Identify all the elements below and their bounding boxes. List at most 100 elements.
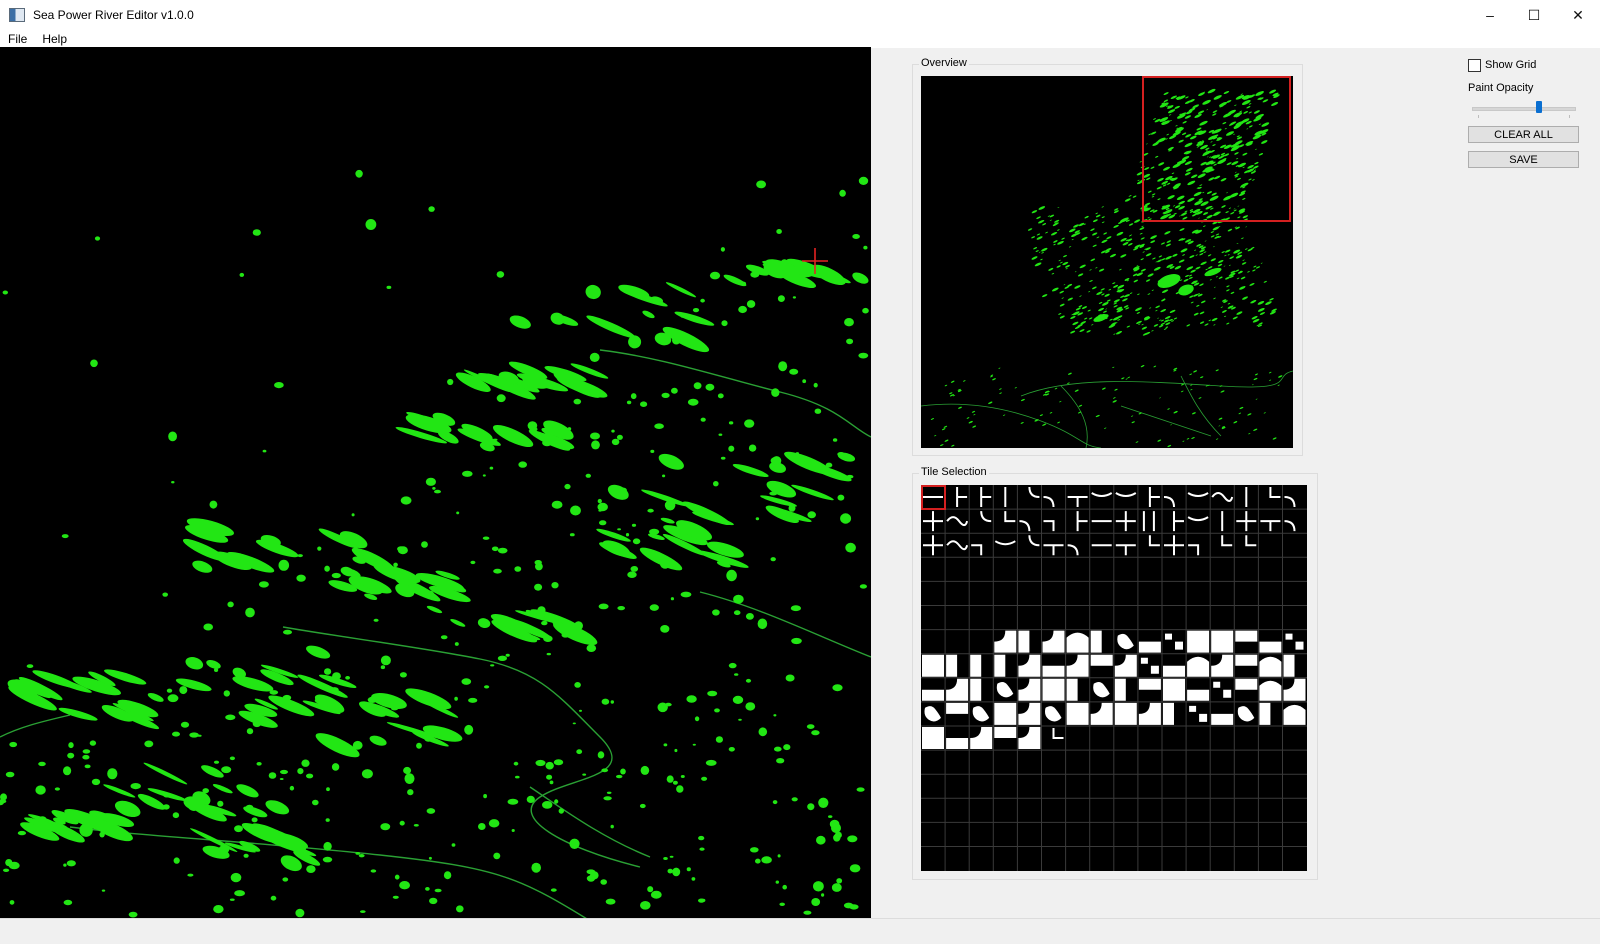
- tile[interactable]: [1114, 678, 1126, 701]
- tile[interactable]: [1115, 511, 1136, 532]
- tile[interactable]: [994, 630, 1017, 653]
- tile[interactable]: [922, 689, 944, 701]
- tile[interactable]: [1018, 654, 1041, 677]
- tile[interactable]: [1140, 657, 1159, 674]
- tile[interactable]: [1284, 496, 1296, 508]
- tile[interactable]: [1114, 654, 1137, 677]
- tile[interactable]: [1235, 654, 1258, 666]
- tile[interactable]: [1188, 544, 1200, 556]
- tile[interactable]: [946, 540, 969, 551]
- tile[interactable]: [1259, 656, 1282, 677]
- tile[interactable]: [970, 654, 982, 677]
- tile[interactable]: [956, 487, 968, 507]
- slider-thumb[interactable]: [1535, 101, 1542, 113]
- tile[interactable]: [972, 706, 990, 722]
- tile[interactable]: [1018, 727, 1041, 749]
- tile[interactable]: [1004, 511, 1016, 523]
- tile[interactable]: [1138, 678, 1161, 690]
- clear-all-button[interactable]: CLEAR ALL: [1468, 126, 1579, 143]
- tile[interactable]: [1067, 496, 1088, 507]
- maximize-button[interactable]: ☐: [1512, 0, 1556, 30]
- tile[interactable]: [1066, 632, 1089, 653]
- tile[interactable]: [1187, 689, 1210, 701]
- tile[interactable]: [1042, 665, 1065, 677]
- tile[interactable]: [1260, 520, 1281, 532]
- tile[interactable]: [970, 678, 982, 701]
- tile[interactable]: [1211, 492, 1234, 502]
- tile[interactable]: [1187, 492, 1209, 497]
- tile[interactable]: [1237, 706, 1255, 722]
- tile[interactable]: [1259, 641, 1282, 653]
- tile[interactable]: [1283, 654, 1295, 677]
- tile[interactable]: [924, 706, 942, 722]
- tile[interactable]: [994, 540, 1016, 546]
- tile[interactable]: [923, 535, 943, 556]
- tile[interactable]: [1163, 665, 1185, 677]
- tile[interactable]: [1052, 728, 1064, 739]
- tile[interactable]: [1142, 511, 1155, 532]
- tile[interactable]: [923, 511, 943, 532]
- tile[interactable]: [994, 727, 1017, 738]
- tile[interactable]: [1283, 704, 1306, 725]
- tile[interactable]: [1043, 520, 1055, 532]
- tile[interactable]: [1164, 535, 1184, 556]
- tile[interactable]: [1018, 630, 1030, 653]
- tile[interactable]: [946, 654, 958, 677]
- tile[interactable]: [922, 654, 944, 677]
- tile[interactable]: [1213, 681, 1232, 698]
- tile[interactable]: [994, 702, 1017, 725]
- tile[interactable]: [1042, 630, 1065, 653]
- tile[interactable]: [1163, 496, 1175, 508]
- tile[interactable]: [1187, 656, 1210, 677]
- tile[interactable]: [1114, 702, 1137, 725]
- tile[interactable]: [1245, 535, 1257, 547]
- tile[interactable]: [946, 738, 969, 749]
- tile[interactable]: [922, 727, 944, 749]
- tile[interactable]: [1018, 702, 1041, 725]
- tile[interactable]: [1235, 630, 1258, 642]
- tile[interactable]: [1269, 487, 1281, 498]
- tile[interactable]: [1090, 702, 1113, 725]
- tile[interactable]: [1138, 641, 1161, 653]
- slider-track[interactable]: [1472, 107, 1576, 111]
- tile[interactable]: [1028, 486, 1040, 498]
- close-button[interactable]: ✕: [1556, 0, 1600, 30]
- tile[interactable]: [996, 682, 1014, 698]
- tile[interactable]: [1090, 630, 1102, 653]
- tile[interactable]: [1211, 713, 1234, 725]
- tile[interactable]: [1235, 678, 1258, 690]
- tile[interactable]: [1285, 633, 1304, 650]
- tile[interactable]: [1067, 544, 1079, 556]
- tile-palette[interactable]: [921, 485, 1307, 871]
- tile[interactable]: [1221, 535, 1233, 547]
- tile[interactable]: [1066, 678, 1078, 701]
- tile[interactable]: [1148, 487, 1160, 507]
- tile[interactable]: [1163, 702, 1174, 725]
- tile[interactable]: [980, 487, 992, 507]
- tile[interactable]: [1173, 511, 1184, 532]
- tile[interactable]: [1211, 630, 1234, 653]
- tile[interactable]: [946, 516, 969, 527]
- tile[interactable]: [1076, 511, 1088, 532]
- tile[interactable]: [1259, 702, 1271, 725]
- tile[interactable]: [980, 511, 992, 523]
- tile[interactable]: [1236, 511, 1257, 532]
- tile[interactable]: [1283, 678, 1306, 701]
- tile[interactable]: [1043, 496, 1055, 508]
- show-grid-row[interactable]: Show Grid: [1468, 58, 1592, 72]
- tile[interactable]: [1018, 678, 1041, 701]
- tile[interactable]: [1115, 544, 1136, 556]
- tile-palette-svg[interactable]: [921, 485, 1307, 871]
- tile[interactable]: [1211, 654, 1234, 677]
- tile[interactable]: [1187, 516, 1209, 522]
- tile[interactable]: [1284, 520, 1296, 532]
- tile[interactable]: [1093, 682, 1110, 698]
- tile[interactable]: [1043, 544, 1064, 556]
- menu-file[interactable]: File: [0, 32, 34, 46]
- map-canvas-svg[interactable]: [0, 47, 871, 918]
- tile[interactable]: [1045, 706, 1062, 722]
- minimize-button[interactable]: –: [1468, 0, 1512, 30]
- tile[interactable]: [946, 678, 969, 701]
- tile[interactable]: [1019, 520, 1031, 532]
- save-button[interactable]: SAVE: [1468, 151, 1579, 168]
